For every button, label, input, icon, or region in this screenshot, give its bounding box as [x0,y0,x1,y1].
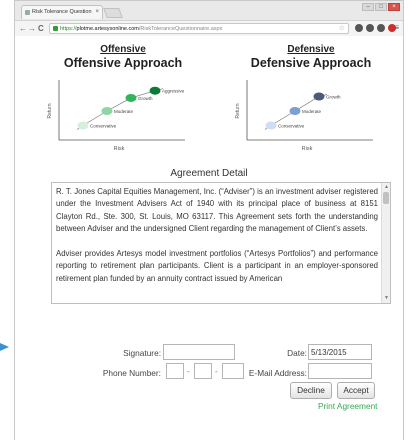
page-content: Offensive Offensive Approach Return Risk C… [14,36,404,440]
defensive-title: Defensive Approach [250,56,372,70]
back-icon[interactable]: ← [19,24,27,33]
offensive-chart: Return Risk Conservative Moderate Growth Aggr… [47,80,185,152]
url-scheme: https:// [60,26,77,32]
bookmark-star-icon[interactable]: ☆ [339,24,345,33]
data-point [313,92,325,101]
new-tab-button[interactable] [103,8,123,18]
data-point-label: Conservative [90,124,117,129]
data-point-label: Growth [326,95,341,100]
email-label: E-Mail Address: [248,368,307,378]
extensions [355,24,396,32]
agreement-text: R. T. Jones Capital Equities Management,… [52,183,382,301]
extension-icon[interactable] [366,24,374,32]
window-controls: – □ × [362,3,400,11]
extension-icon[interactable] [377,24,385,32]
defensive-heading: Defensive [287,44,335,55]
print-agreement-link[interactable]: Print Agreement [318,401,378,411]
x-axis-label: Risk [114,146,125,152]
close-tab-icon[interactable]: × [95,6,99,19]
y-axis-label: Return [47,103,53,118]
browser-tab[interactable]: Risk Tolerance Question × [21,5,103,19]
offensive-chart-block: Offensive Offensive Approach Return Risk C… [43,44,203,156]
reload-icon[interactable]: C [38,24,44,33]
phone-dash: - [215,367,218,376]
extension-icon[interactable] [355,24,363,32]
address-bar[interactable]: https://plotme.artesysonline.com/RiskTol… [49,23,349,34]
phone-area-input[interactable] [166,363,184,379]
y-axis-label: Return [235,103,241,118]
data-point-label: Moderate [302,109,322,114]
maximize-button[interactable]: □ [375,3,387,11]
browser-window: Risk Tolerance Question × – □ × ← → C ht… [14,0,404,36]
lock-icon [53,26,58,31]
data-point [77,121,89,130]
data-point [149,86,161,95]
offensive-heading: Offensive [100,44,146,55]
scroll-thumb[interactable] [383,192,389,204]
data-point [289,107,301,115]
pointer-arrow-icon [0,343,9,351]
browser-toolbar: ← → C https://plotme.artesysonline.com/R… [15,20,403,36]
data-point-label: Conservative [278,124,305,129]
accept-button[interactable]: Accept [337,382,375,399]
data-point [265,121,277,130]
offensive-title: Offensive Approach [63,56,183,70]
browser-menu-icon[interactable]: ≡ [394,23,399,32]
agreement-paragraph: R. T. Jones Capital Equities Management,… [56,187,378,234]
minimize-button[interactable]: – [362,3,374,11]
decline-button[interactable]: Decline [290,382,332,399]
page-favicon-icon [25,10,30,15]
agreement-detail-title: Agreement Detail [170,168,248,179]
signature-input[interactable] [163,344,235,360]
phone-dash: - [187,367,190,376]
scroll-down-icon[interactable]: ▼ [383,295,390,302]
defensive-chart-block: Defensive Defensive Approach Return Risk C… [231,44,391,156]
data-point-label: Aggressive [162,89,185,94]
data-point [125,93,137,102]
signature-label: Signature: [123,348,161,358]
scroll-up-icon[interactable]: ▲ [383,184,390,191]
agreement-scroll-box[interactable]: R. T. Jones Capital Equities Management,… [51,182,391,304]
agreement-scrollbar[interactable]: ▲ ▼ [381,183,390,303]
forward-icon[interactable]: → [28,24,36,33]
phone-prefix-input[interactable] [194,363,212,379]
x-axis-label: Risk [302,146,313,152]
url-host: plotme.artesysonline.com [76,26,139,32]
url-path: /RiskToleranceQuestionnaire.aspx [138,26,223,32]
date-label: Date: [287,348,307,358]
phone-label: Phone Number: [102,368,161,378]
tab-title: Risk Tolerance Question [32,9,92,15]
data-point [101,107,113,115]
data-point-label: Growth [138,96,153,101]
data-point-label: Moderate [114,109,134,114]
date-input[interactable] [308,344,372,360]
defensive-chart: Return Risk Conservative Moderate Growth [235,80,373,152]
email-input[interactable] [308,363,372,379]
agreement-paragraph: Adviser provides Artesys model investmen… [56,249,378,283]
close-window-button[interactable]: × [388,3,400,11]
